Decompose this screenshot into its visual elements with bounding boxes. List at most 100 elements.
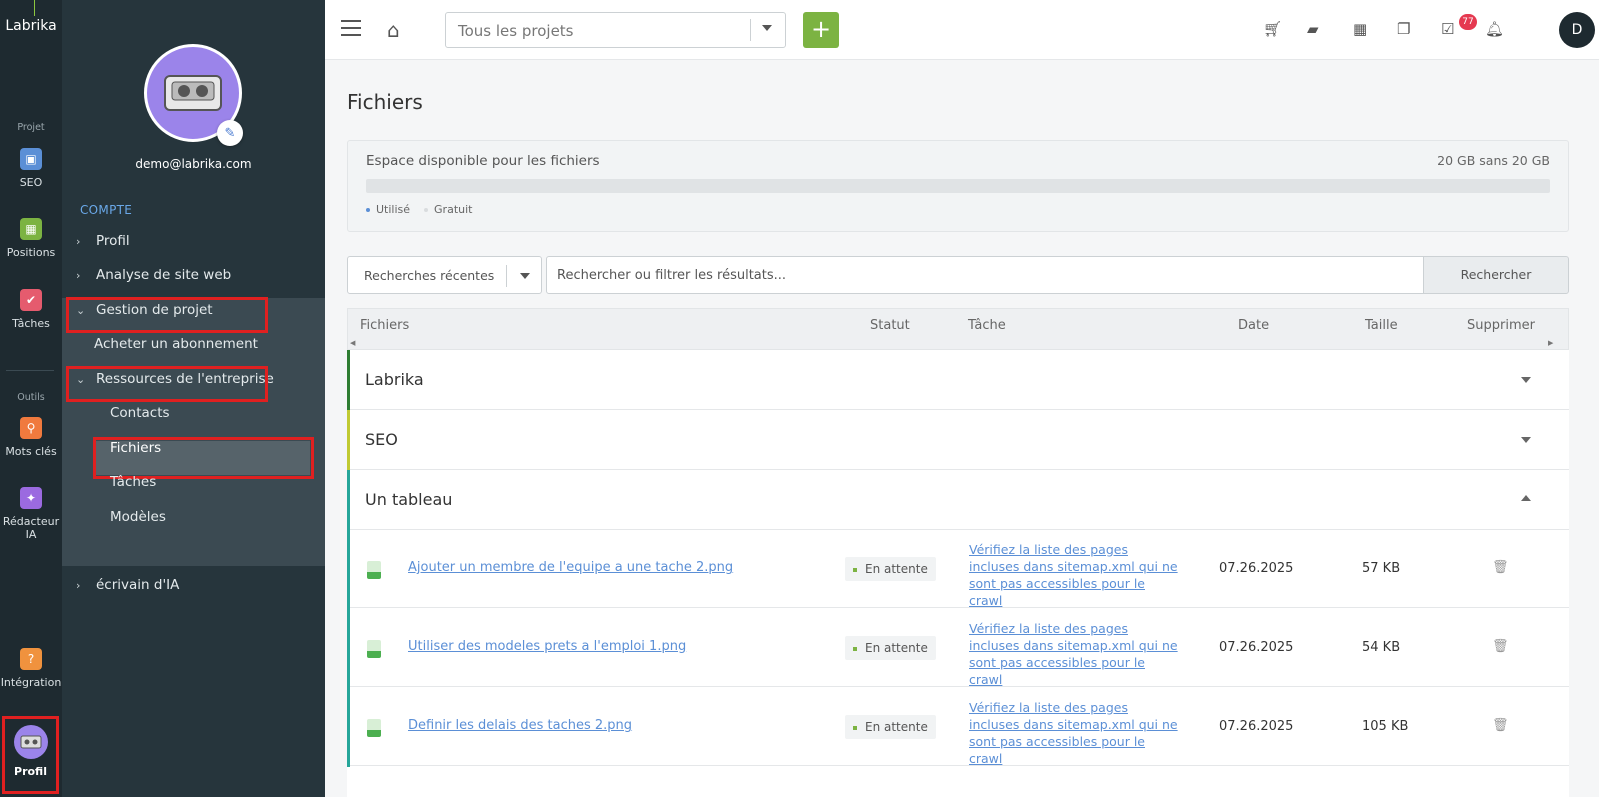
- task-link[interactable]: Vérifiez la liste des pages incluses dan…: [969, 699, 1181, 767]
- rail-section-tools: Outils: [17, 392, 45, 403]
- file-link[interactable]: Definir les delais des taches 2.png: [408, 718, 632, 733]
- table-row: Definir les delais des taches 2.png En a…: [347, 688, 1569, 767]
- file-link[interactable]: Ajouter un membre de l'equipe a une tach…: [408, 560, 733, 575]
- group-un-tableau[interactable]: Un tableau: [347, 470, 1569, 530]
- highlight-box: [66, 366, 268, 402]
- group-color-bar: [347, 410, 350, 470]
- col-date[interactable]: Date: [1238, 318, 1269, 333]
- chart-icon: ▦: [20, 218, 42, 240]
- file-link[interactable]: Utiliser des modeles prets a l'emploi 1.…: [408, 639, 686, 654]
- col-files[interactable]: Fichiers: [360, 318, 409, 333]
- rail-item-seo[interactable]: ▣ SEO: [0, 148, 62, 189]
- recent-searches-dropdown[interactable]: Recherches récentes: [347, 256, 542, 294]
- project-select[interactable]: Tous les projets: [445, 12, 786, 48]
- sidebar-item-abonnement[interactable]: Acheter un abonnement: [62, 329, 325, 359]
- chat-icon[interactable]: ❐: [1397, 20, 1410, 38]
- wallet-icon[interactable]: ▰: [1307, 20, 1319, 38]
- col-task[interactable]: Tâche: [968, 318, 1006, 333]
- sidebar-item-label: Profil: [96, 233, 130, 249]
- task-link[interactable]: Vérifiez la liste des pages incluses dan…: [969, 541, 1181, 609]
- menu-icon[interactable]: [341, 20, 361, 36]
- sidebar-item-ecrivain[interactable]: › écrivain d'IA: [62, 570, 325, 600]
- rail-item-mots-cles[interactable]: ⚲ Mots clés: [0, 417, 62, 458]
- storage-panel: Espace disponible pour les fichiers 20 G…: [347, 140, 1569, 232]
- group-labrika[interactable]: Labrika: [347, 350, 1569, 410]
- rail-item-label: Mots clés: [5, 445, 57, 458]
- scroll-left-icon[interactable]: ◀: [350, 339, 355, 347]
- highlight-box: [66, 297, 268, 333]
- sidebar-item-taches[interactable]: Tâches: [62, 467, 325, 497]
- table-row: Ajouter un membre de l'equipe a une tach…: [347, 530, 1569, 609]
- status-badge: En attente: [845, 715, 936, 739]
- rail-item-profil[interactable]: Profil: [2, 716, 59, 794]
- user-email: demo@labrika.com: [135, 157, 252, 171]
- sidebar-item-modeles[interactable]: Modèles: [62, 502, 325, 532]
- rail-profile-label: Profil: [14, 765, 47, 778]
- chevron-right-icon: ›: [76, 578, 81, 592]
- caret-down-icon: [762, 25, 772, 31]
- rail-item-label: Rédacteur IA: [2, 515, 60, 541]
- search-row: Recherches récentes Rechercher: [347, 256, 1569, 294]
- storage-progress-bar: [366, 179, 1550, 193]
- rail-item-positions[interactable]: ▦ Positions: [0, 218, 62, 259]
- group-name: Labrika: [365, 370, 424, 389]
- add-button[interactable]: +: [803, 12, 839, 48]
- rail-item-label: Positions: [6, 246, 56, 259]
- chevron-down-icon[interactable]: [1521, 437, 1531, 443]
- sidebar-item-profil[interactable]: › Profil: [62, 226, 325, 256]
- rail-item-label: Tâches: [12, 317, 50, 330]
- page-title: Fichiers: [347, 90, 423, 114]
- rail-item-label: Intégration: [0, 676, 62, 689]
- sidebar-item-contacts[interactable]: Contacts: [62, 398, 325, 428]
- trash-icon[interactable]: 🗑︎: [1492, 718, 1509, 733]
- chevron-right-icon: ›: [76, 234, 81, 248]
- rail-item-redacteur[interactable]: ✦ Rédacteur IA: [0, 487, 62, 541]
- col-delete: Supprimer: [1467, 318, 1535, 333]
- cart-icon[interactable]: 🛒︎: [1263, 20, 1282, 38]
- notification-badge: 77: [1459, 14, 1477, 30]
- magic-wand-icon: ✦: [20, 487, 42, 509]
- app-logo[interactable]: Labrika: [0, 18, 62, 34]
- sidebar-item-analyse[interactable]: › Analyse de site web: [62, 260, 325, 290]
- group-seo[interactable]: SEO: [347, 410, 1569, 470]
- calendar-icon[interactable]: ▦: [1353, 20, 1367, 38]
- account-sidebar: ✎ demo@labrika.com COMPTE › Profil › Ana…: [62, 0, 325, 797]
- col-size[interactable]: Taille: [1365, 318, 1398, 333]
- sidebar-item-label: Modèles: [110, 509, 166, 525]
- col-status[interactable]: Statut: [870, 318, 910, 333]
- chevron-right-icon: ›: [76, 268, 81, 282]
- table-row: Utiliser des modeles prets a l'emploi 1.…: [347, 609, 1569, 688]
- trash-icon[interactable]: 🗑︎: [1492, 560, 1509, 575]
- sidebar-item-label: Contacts: [110, 405, 170, 421]
- file-date: 07.26.2025: [1219, 561, 1294, 576]
- project-select-value: Tous les projets: [458, 22, 574, 40]
- file-size: 105 KB: [1362, 719, 1409, 734]
- group-color-bar: [347, 530, 350, 609]
- home-icon[interactable]: ⌂: [387, 18, 400, 42]
- search-button[interactable]: Rechercher: [1423, 256, 1569, 294]
- tasks-check-icon[interactable]: ☑: [1441, 20, 1454, 38]
- edit-pencil-icon[interactable]: ✎: [217, 120, 243, 146]
- bell-icon[interactable]: 🔔︎: [1485, 20, 1504, 38]
- seo-icon: ▣: [20, 148, 42, 170]
- storage-label: Espace disponible pour les fichiers: [366, 153, 600, 169]
- storage-capacity: 20 GB sans 20 GB: [1437, 153, 1550, 168]
- scroll-right-icon[interactable]: ▶: [1548, 339, 1553, 347]
- status-badge: En attente: [845, 636, 936, 660]
- user-avatar[interactable]: D: [1559, 12, 1595, 48]
- chevron-up-icon[interactable]: [1521, 495, 1531, 501]
- top-bar: ⌂ Tous les projets + 🛒︎ ▰ ▦ ❐ ☑ 77 🔔︎ D: [325, 0, 1599, 60]
- search-input[interactable]: [546, 256, 1424, 294]
- trash-icon[interactable]: 🗑︎: [1492, 639, 1509, 654]
- rail-item-label: SEO: [19, 176, 43, 189]
- rail-section-project: Projet: [17, 122, 45, 133]
- chevron-down-icon[interactable]: [1521, 377, 1531, 383]
- select-divider: [750, 19, 751, 41]
- rail-item-taches[interactable]: ✔ Tâches: [0, 289, 62, 330]
- rail-item-integration[interactable]: ? Intégration: [0, 648, 62, 689]
- recent-searches-label: Recherches récentes: [364, 268, 495, 283]
- sidebar-item-label: écrivain d'IA: [96, 577, 180, 593]
- files-table: Fichiers Statut Tâche Date Taille Suppri…: [347, 308, 1569, 797]
- task-link[interactable]: Vérifiez la liste des pages incluses dan…: [969, 620, 1181, 688]
- main-content: Fichiers Espace disponible pour les fich…: [325, 60, 1599, 797]
